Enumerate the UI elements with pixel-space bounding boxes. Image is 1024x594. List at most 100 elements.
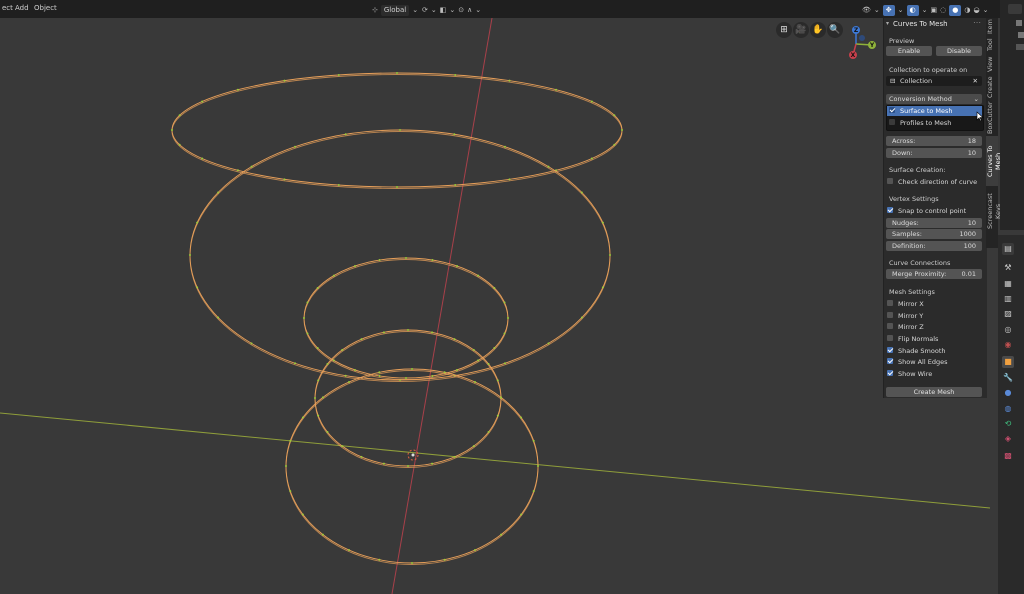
proportional-edit-icon[interactable]: ⊙ <box>458 6 464 14</box>
down-field[interactable]: Down: 10 <box>886 148 982 158</box>
chevron-down-icon[interactable]: ⌄ <box>922 6 928 14</box>
control-point[interactable] <box>348 380 350 383</box>
control-point[interactable] <box>285 465 287 467</box>
outliner-filter-icon[interactable] <box>1008 4 1022 14</box>
control-point[interactable] <box>443 558 446 561</box>
menu-add[interactable]: Add <box>15 4 29 12</box>
control-point[interactable] <box>326 363 329 365</box>
samples-field[interactable]: Samples: 1000 <box>886 229 982 239</box>
control-point[interactable] <box>301 513 304 516</box>
control-point[interactable] <box>487 363 490 365</box>
disable-button[interactable]: Disable <box>936 46 982 56</box>
control-point[interactable] <box>601 221 604 224</box>
control-point[interactable] <box>431 462 434 465</box>
control-point[interactable] <box>314 397 316 399</box>
tab-screencast-keys[interactable]: Screencast Keys <box>986 186 1002 236</box>
control-point[interactable] <box>493 347 496 349</box>
control-point[interactable] <box>547 342 550 345</box>
control-point[interactable] <box>344 133 347 136</box>
falloff-chevron-icon[interactable]: ⌄ <box>475 6 481 14</box>
snap-to-control-point-checkbox[interactable]: Snap to control point <box>887 206 966 216</box>
definition-field[interactable]: Definition: 100 <box>886 241 982 251</box>
control-point[interactable] <box>196 286 199 289</box>
control-point[interactable] <box>474 380 476 383</box>
shading-wire-icon[interactable]: ◌ <box>940 6 946 14</box>
create-mesh-button[interactable]: Create Mesh <box>886 387 982 397</box>
shading-solid-icon[interactable]: ● <box>949 4 962 16</box>
tab-create[interactable]: Create <box>986 74 998 100</box>
physics-props-icon[interactable]: ◍ <box>1002 403 1014 415</box>
control-point[interactable] <box>504 362 506 365</box>
control-point[interactable] <box>250 342 253 345</box>
control-point[interactable] <box>289 439 292 442</box>
control-point[interactable] <box>378 558 381 561</box>
control-point[interactable] <box>341 348 344 351</box>
control-point[interactable] <box>321 396 324 399</box>
control-point[interactable] <box>326 431 329 433</box>
camera-icon[interactable]: 🎥 <box>793 22 809 38</box>
chevron-down-icon[interactable]: ⌄ <box>412 6 418 14</box>
nudges-field[interactable]: Nudges: 10 <box>886 218 982 228</box>
scene-props-icon[interactable]: ◎ <box>1002 324 1014 336</box>
across-field[interactable]: Across: 18 <box>886 136 982 146</box>
tab-tool[interactable]: Tool <box>986 36 998 54</box>
drag-handle-icon[interactable]: ⋯ <box>973 18 981 27</box>
control-point[interactable] <box>520 416 523 419</box>
control-point[interactable] <box>503 301 506 304</box>
visibility-icon[interactable]: 👁 <box>862 6 871 14</box>
world-props-icon[interactable]: ◉ <box>1002 339 1014 351</box>
control-point[interactable] <box>360 338 363 341</box>
tab-item[interactable]: Item <box>986 18 998 36</box>
control-point[interactable] <box>443 371 446 374</box>
pivot-icon[interactable]: ⟳ <box>422 6 428 14</box>
data-props-icon[interactable]: ◈ <box>1002 433 1014 445</box>
check-direction-checkbox[interactable]: Check direction of curve <box>887 177 977 187</box>
control-point[interactable] <box>294 145 296 148</box>
control-point[interactable] <box>590 100 593 103</box>
control-point[interactable] <box>236 88 239 91</box>
control-point[interactable] <box>474 549 476 552</box>
control-point[interactable] <box>332 274 335 277</box>
constraints-props-icon[interactable]: ⟲ <box>1002 418 1014 430</box>
control-point[interactable] <box>621 129 623 131</box>
outliner-item-icon[interactable] <box>1016 20 1022 26</box>
control-point[interactable] <box>508 178 511 181</box>
control-point[interactable] <box>360 455 363 458</box>
control-point[interactable] <box>348 549 350 552</box>
control-point[interactable] <box>487 431 490 433</box>
control-point[interactable] <box>171 129 173 131</box>
control-point[interactable] <box>547 165 550 168</box>
control-point[interactable] <box>316 287 319 289</box>
mesh-setting-checkbox[interactable]: Show Wire <box>887 369 932 379</box>
control-point[interactable] <box>454 73 457 76</box>
control-point[interactable] <box>590 157 593 160</box>
overlay-toggle-icon[interactable]: ◐ <box>906 4 919 16</box>
control-point[interactable] <box>456 368 458 371</box>
tab-curves-to-mesh[interactable]: Curves To Mesh <box>986 136 1002 186</box>
merge-proximity-field[interactable]: Merge Proximity: 0.01 <box>886 269 982 279</box>
mesh-setting-checkbox[interactable]: Show All Edges <box>887 357 947 367</box>
view-grid-icon[interactable]: ⊞ <box>776 22 792 38</box>
control-point[interactable] <box>294 362 296 365</box>
control-point[interactable] <box>283 79 286 82</box>
control-point[interactable] <box>477 274 480 277</box>
tab-boxcutter[interactable]: BoxCutter <box>986 100 998 136</box>
menu-select[interactable]: ect <box>2 4 13 12</box>
control-point[interactable] <box>496 379 499 382</box>
control-point[interactable] <box>613 143 616 146</box>
control-point[interactable] <box>354 265 356 268</box>
control-point[interactable] <box>508 79 511 82</box>
menu-item-surface-to-mesh[interactable]: Surface to Mesh <box>887 106 982 116</box>
snap-icon[interactable]: ⌄ <box>431 6 437 14</box>
control-point[interactable] <box>317 414 320 417</box>
control-point[interactable] <box>454 184 457 187</box>
control-point[interactable] <box>493 287 496 289</box>
control-point[interactable] <box>613 114 616 117</box>
control-point[interactable] <box>407 465 409 467</box>
control-point[interactable] <box>178 143 181 146</box>
control-point[interactable] <box>399 129 401 131</box>
control-point[interactable] <box>396 186 398 188</box>
3d-viewport[interactable] <box>0 0 1024 594</box>
control-point[interactable] <box>431 374 434 377</box>
control-point[interactable] <box>532 439 535 442</box>
